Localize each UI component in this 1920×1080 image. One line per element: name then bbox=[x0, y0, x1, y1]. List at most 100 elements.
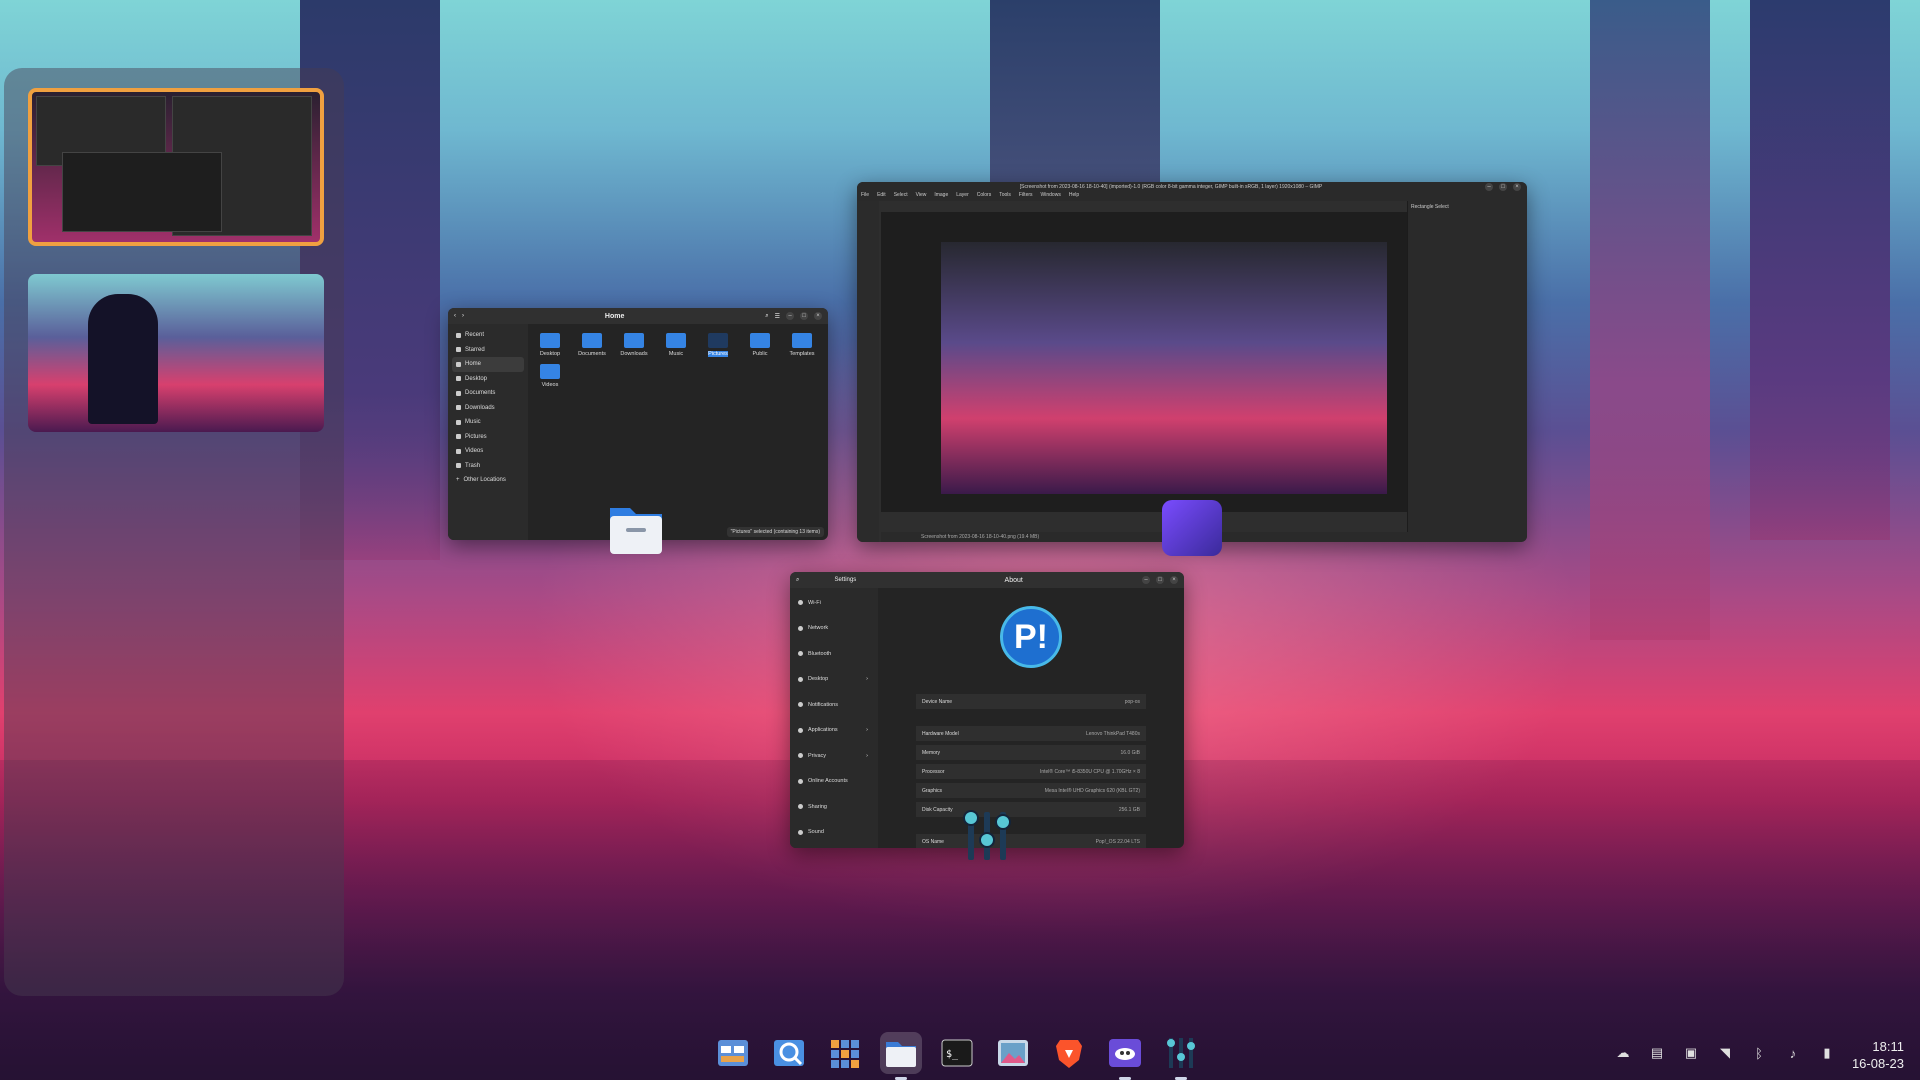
star-icon bbox=[456, 347, 461, 353]
info-row: Graphics Mesa Intel® UHD Graphics 620 (KB… bbox=[916, 783, 1146, 798]
forward-icon[interactable]: › bbox=[462, 313, 464, 319]
folder-icon bbox=[540, 333, 560, 348]
dock-workspaces-icon[interactable] bbox=[824, 1032, 866, 1074]
settings-sidebar: Wi-Fi Network Bluetooth Desktop › Notific… bbox=[790, 588, 878, 848]
search-icon[interactable]: ⌕ bbox=[765, 313, 768, 320]
gimp-toolbox[interactable] bbox=[857, 201, 879, 542]
gimp-canvas[interactable] bbox=[881, 212, 1409, 512]
sidebar-item-documents[interactable]: Documents bbox=[452, 386, 524, 401]
dock-launcher-icon[interactable] bbox=[768, 1032, 810, 1074]
folder-documents[interactable]: Documents bbox=[574, 330, 610, 357]
menu-help[interactable]: Help bbox=[1069, 192, 1079, 201]
device-name-row[interactable]: Device Name pop-os bbox=[916, 694, 1146, 709]
info-value: Lenovo ThinkPad T480s bbox=[1085, 730, 1140, 737]
settings-item-privacy[interactable]: Privacy › bbox=[790, 743, 878, 769]
settings-item-online-accounts[interactable]: Online Accounts bbox=[790, 769, 878, 795]
clipboard-icon[interactable]: ▤ bbox=[1650, 1045, 1664, 1060]
sidebar-item-videos[interactable]: Videos bbox=[452, 444, 524, 459]
picture-icon bbox=[456, 434, 461, 440]
folder-icon bbox=[624, 333, 644, 348]
display-icon[interactable]: ▣ bbox=[1684, 1045, 1698, 1060]
minimize-button[interactable]: – bbox=[1485, 183, 1493, 191]
gimp-title: [Screenshot from 2023-08-16 18-10-40] (i… bbox=[1019, 184, 1323, 190]
music-icon bbox=[456, 419, 461, 425]
sidebar-item-starred[interactable]: Starred bbox=[452, 343, 524, 358]
sidebar-item-trash[interactable]: Trash bbox=[452, 459, 524, 474]
workspace-thumbnail-1[interactable] bbox=[28, 88, 324, 246]
close-button[interactable]: × bbox=[1513, 183, 1521, 191]
menu-image[interactable]: Image bbox=[934, 192, 948, 201]
menu-filters[interactable]: Filters bbox=[1019, 192, 1033, 201]
pop-os-logo: P! bbox=[1000, 606, 1062, 668]
close-button[interactable]: × bbox=[1170, 576, 1178, 584]
settings-item-sound[interactable]: Sound bbox=[790, 820, 878, 846]
maximize-button[interactable]: □ bbox=[1499, 183, 1507, 191]
sidebar-item-label: Documents bbox=[465, 390, 496, 397]
sidebar-item-pictures[interactable]: Pictures bbox=[452, 430, 524, 445]
sidebar-item-desktop[interactable]: Desktop bbox=[452, 372, 524, 387]
cloud-icon[interactable]: ☁ bbox=[1616, 1045, 1630, 1060]
menu-tools[interactable]: Tools bbox=[999, 192, 1011, 201]
workspace-thumbnail-2[interactable] bbox=[28, 274, 324, 432]
folder-icon bbox=[792, 333, 812, 348]
menu-file[interactable]: File bbox=[861, 192, 869, 201]
menu-edit[interactable]: Edit bbox=[877, 192, 886, 201]
sidebar-item-recent[interactable]: Recent bbox=[452, 328, 524, 343]
maximize-button[interactable]: □ bbox=[800, 312, 808, 320]
folder-icon bbox=[708, 333, 728, 348]
settings-item-applications[interactable]: Applications › bbox=[790, 718, 878, 744]
dock-brave-icon[interactable] bbox=[1048, 1032, 1090, 1074]
menu-view[interactable]: View bbox=[916, 192, 927, 201]
folder-videos[interactable]: Videos bbox=[532, 361, 568, 388]
maximize-button[interactable]: □ bbox=[1156, 576, 1164, 584]
folder-label: Music bbox=[668, 351, 684, 357]
folder-downloads[interactable]: Downloads bbox=[616, 330, 652, 357]
volume-icon[interactable]: ♪ bbox=[1786, 1046, 1800, 1061]
dock-terminal-icon[interactable]: $_ bbox=[936, 1032, 978, 1074]
info-value: Intel® Core™ i5-8350U CPU @ 1.70GHz × 8 bbox=[1039, 768, 1140, 775]
clock[interactable]: 18:11 16-08-23 bbox=[1852, 1038, 1904, 1072]
wifi-icon[interactable]: ◥ bbox=[1718, 1045, 1732, 1060]
settings-item-network[interactable]: Network bbox=[790, 616, 878, 642]
folder-templates[interactable]: Templates bbox=[784, 330, 820, 357]
sidebar-item-home[interactable]: Home bbox=[452, 357, 524, 372]
dock-image-viewer-icon[interactable] bbox=[992, 1032, 1034, 1074]
settings-window[interactable]: ⌕ Settings About – □ × Wi-Fi Network Blu… bbox=[790, 572, 1184, 848]
settings-item-desktop[interactable]: Desktop › bbox=[790, 667, 878, 693]
menu-colors[interactable]: Colors bbox=[977, 192, 991, 201]
menu-windows[interactable]: Windows bbox=[1041, 192, 1061, 201]
sidebar-item-music[interactable]: Music bbox=[452, 415, 524, 430]
settings-item-notifications[interactable]: Notifications bbox=[790, 692, 878, 718]
workspaces-panel bbox=[4, 68, 344, 996]
bluetooth-icon[interactable]: ᛒ bbox=[1752, 1046, 1766, 1061]
sidebar-item-downloads[interactable]: Downloads bbox=[452, 401, 524, 416]
info-label: Memory bbox=[922, 749, 941, 756]
settings-item-label: Notifications bbox=[808, 701, 838, 708]
settings-item-wifi[interactable]: Wi-Fi bbox=[790, 590, 878, 616]
menu-layer[interactable]: Layer bbox=[956, 192, 969, 201]
settings-item-sharing[interactable]: Sharing bbox=[790, 794, 878, 820]
search-icon[interactable]: ⌕ bbox=[796, 577, 799, 584]
folder-desktop[interactable]: Desktop bbox=[532, 330, 568, 357]
folder-pictures[interactable]: Pictures bbox=[700, 330, 736, 357]
dock-files-icon[interactable] bbox=[880, 1032, 922, 1080]
dock-mixer-icon[interactable] bbox=[1160, 1032, 1202, 1080]
dock-gimp-icon[interactable] bbox=[1104, 1032, 1146, 1080]
back-icon[interactable]: ‹ bbox=[454, 313, 456, 319]
os-name-row: OS Name Pop!_OS 22.04 LTS bbox=[916, 834, 1146, 848]
gimp-dock[interactable]: Rectangle Select bbox=[1407, 201, 1527, 542]
minimize-button[interactable]: – bbox=[786, 312, 794, 320]
minimize-button[interactable]: – bbox=[1142, 576, 1150, 584]
sidebar-item-other-locations[interactable]: + Other Locations bbox=[452, 473, 524, 488]
battery-icon[interactable]: ▮ bbox=[1820, 1045, 1834, 1060]
folder-music[interactable]: Music bbox=[658, 330, 694, 357]
menu-select[interactable]: Select bbox=[894, 192, 908, 201]
settings-item-bluetooth[interactable]: Bluetooth bbox=[790, 641, 878, 667]
view-options-icon[interactable]: ☰ bbox=[775, 313, 780, 320]
about-title: About bbox=[1004, 576, 1023, 584]
gimp-window[interactable]: [Screenshot from 2023-08-16 18-10-40] (i… bbox=[857, 182, 1527, 542]
clock-icon bbox=[456, 332, 461, 338]
dock-app-library-icon[interactable] bbox=[712, 1032, 754, 1074]
close-button[interactable]: × bbox=[814, 312, 822, 320]
folder-public[interactable]: Public bbox=[742, 330, 778, 357]
